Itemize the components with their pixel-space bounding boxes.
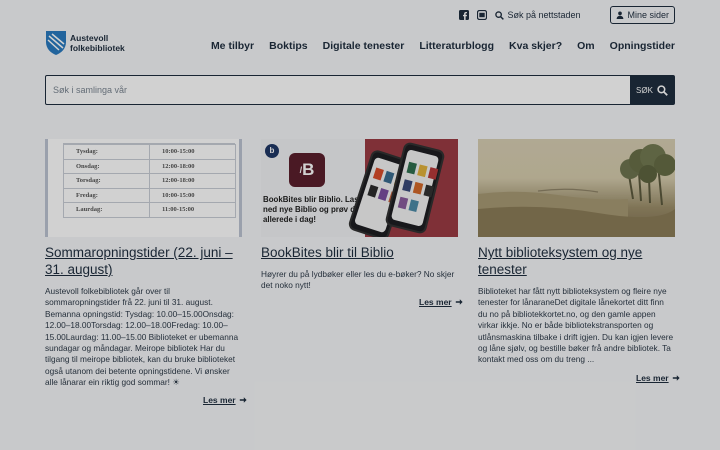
nav-item-boktips[interactable]: Boktips	[269, 40, 308, 52]
search-button-label: SØK	[636, 85, 653, 95]
arrow-right-icon	[672, 375, 680, 381]
logo-line-2: folkebibliotek	[70, 43, 125, 53]
time-cell: 11:00-15:00	[149, 202, 236, 218]
biblio-logo: /B	[289, 153, 325, 187]
mine-sider-label: Mine sider	[627, 10, 669, 20]
utility-bar: Søk på nettstaden Mine sider	[459, 6, 675, 24]
search-icon	[657, 84, 668, 96]
book-cover	[408, 199, 419, 213]
user-icon	[617, 11, 624, 19]
read-more-link[interactable]: Les mer	[419, 297, 463, 307]
nav-item-litteraturblogg[interactable]: Litteraturblogg	[419, 40, 494, 52]
painting-drawing	[478, 144, 675, 237]
nav-item-opningstider[interactable]: Opningstider	[610, 40, 675, 52]
biblio-logo-letter: B	[302, 160, 315, 179]
opening-hours-table: Tysdag: 10:00-15:00 Onsdag: 12:00-18:00 To…	[63, 144, 236, 218]
facebook-icon[interactable]	[459, 10, 470, 20]
news-card-new-system: Nytt biblioteksystem og nye tenester Bib…	[478, 139, 675, 366]
book-cover	[367, 184, 379, 198]
news-card-bookbites: b /B BookBites blir Biblio. Last ned nye…	[261, 139, 458, 292]
nav-item-kva-skjer[interactable]: Kva skjer?	[509, 40, 562, 52]
nav-item-digitale-tenester[interactable]: Digitale tenester	[323, 40, 405, 52]
logo-line-1: Austevoll	[70, 33, 109, 43]
arrow-right-icon	[455, 299, 463, 305]
time-cell: 10:00-15:00	[149, 187, 236, 203]
day-cell: Onsdag:	[63, 158, 150, 174]
bookbites-image[interactable]: b /B BookBites blir Biblio. Last ned nye…	[261, 139, 458, 237]
day-cell: Fredag:	[63, 187, 150, 203]
opening-hours-image[interactable]: Tysdag: 10:00-15:00 Onsdag: 12:00-18:00 To…	[45, 139, 242, 237]
book-cover	[372, 167, 384, 181]
read-more-link[interactable]: Les mer	[203, 395, 247, 405]
site-search-label: Søk på nettstaden	[507, 10, 581, 20]
card-title[interactable]: Sommaropningstider (22. juni – 31. augus…	[45, 244, 242, 278]
book-cover	[423, 184, 434, 198]
table-row: Torsdag: 12:00-18:00	[63, 173, 236, 189]
arrow-right-icon	[239, 397, 247, 403]
image-border	[45, 139, 48, 237]
site-logo[interactable]: Austevoll folkebibliotek	[45, 30, 125, 56]
book-cover	[412, 181, 424, 195]
card-excerpt: Austevoll folkebibliotek går over til so…	[45, 286, 239, 388]
book-cover	[406, 161, 417, 175]
day-cell: Torsdag:	[63, 173, 150, 189]
site-search-link[interactable]: Søk på nettstaden	[495, 10, 580, 20]
news-card-summer-hours: Tysdag: 10:00-15:00 Onsdag: 12:00-18:00 To…	[45, 139, 242, 389]
time-cell: 12:00-18:00	[149, 158, 236, 174]
card-title[interactable]: BookBites blir til Biblio	[261, 244, 458, 261]
table-row: Onsdag: 12:00-18:00	[63, 158, 236, 174]
main-nav: Me tilbyr Boktips Digitale tenester Litt…	[211, 40, 675, 52]
book-cover	[397, 196, 409, 210]
card-excerpt: Høyrer du på lydbøker eller les du e-bøk…	[261, 269, 455, 291]
book-cover	[383, 170, 395, 184]
catalogue-search-button[interactable]: SØK	[630, 76, 674, 104]
biblio-badge: b	[265, 144, 279, 158]
catalogue-search: SØK	[45, 75, 675, 105]
table-row: Fredag: 10:00-15:00	[63, 187, 236, 203]
time-cell: 10:00-15:00	[149, 144, 236, 160]
image-border	[239, 139, 242, 237]
coat-of-arms-icon	[46, 31, 66, 55]
coastal-painting-image[interactable]	[478, 139, 675, 237]
nav-item-me-tilbyr[interactable]: Me tilbyr	[211, 40, 254, 52]
book-cover	[402, 179, 413, 192]
time-cell: 12:00-18:00	[149, 173, 236, 189]
book-cover	[427, 167, 439, 180]
table-row: Laurdag: 11:00-15:00	[63, 202, 236, 218]
catalogue-search-input[interactable]	[46, 76, 630, 104]
read-more-label: Les mer	[203, 395, 236, 405]
nav-item-om[interactable]: Om	[577, 40, 595, 52]
day-cell: Tysdag:	[63, 144, 150, 160]
card-title[interactable]: Nytt biblioteksystem og nye tenester	[478, 244, 675, 278]
book-cover	[377, 188, 389, 201]
book-cover	[417, 164, 428, 178]
table-row: Tysdag: 10:00-15:00	[63, 144, 236, 160]
read-more-label: Les mer	[636, 373, 669, 383]
card-excerpt: Biblioteket har fått nytt biblioteksyste…	[478, 286, 674, 365]
read-more-label: Les mer	[419, 297, 452, 307]
day-cell: Laurdag:	[63, 202, 150, 218]
read-more-link[interactable]: Les mer	[636, 373, 680, 383]
instagram-icon[interactable]	[477, 10, 488, 20]
mine-sider-button[interactable]: Mine sider	[610, 6, 675, 24]
search-icon	[495, 10, 505, 20]
